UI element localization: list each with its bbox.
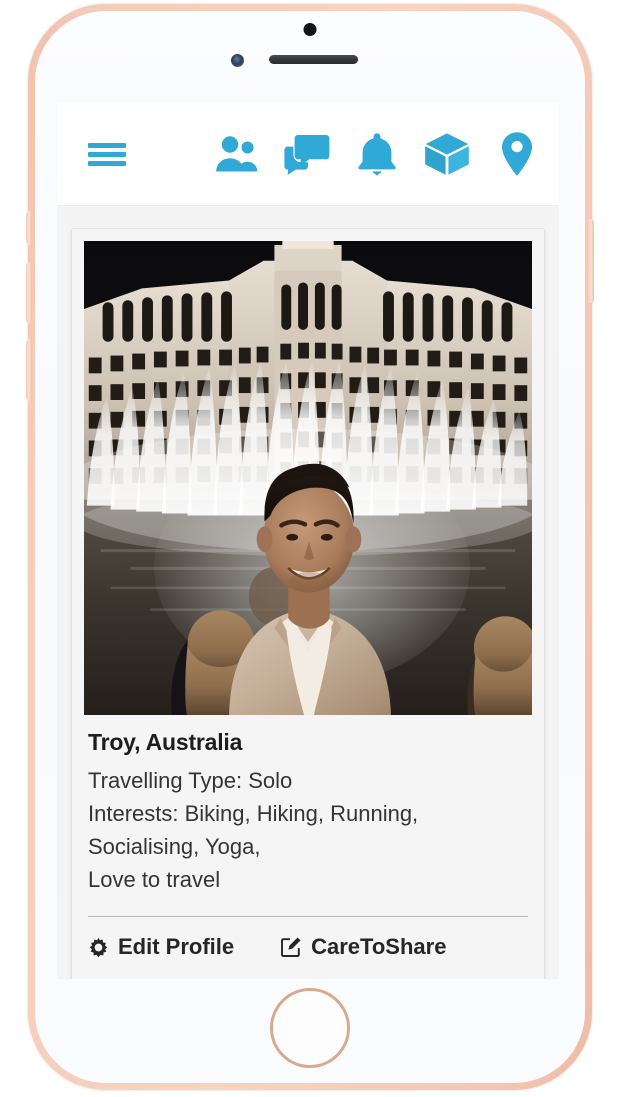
phone-device-frame: Troy, Australia Travelling Type: Solo In… [26,4,594,1090]
phone-screen: Troy, Australia Travelling Type: Solo In… [57,103,559,979]
card-action-bar: Edit Profile CareToShare [72,917,544,979]
profile-name: Troy, Australia [88,729,243,755]
care-to-share-label: CareToShare [311,934,447,959]
location-pin-icon[interactable] [493,130,541,178]
edit-profile-label: Edit Profile [118,934,235,959]
people-icon[interactable] [213,130,261,178]
phone-body: Troy, Australia Travelling Type: Solo In… [35,11,585,1083]
app-navigation-bar [57,103,559,206]
cube-box-icon[interactable] [423,130,471,178]
gear-icon [88,937,109,958]
profile-detail-line: Love to travel [88,867,221,892]
front-camera-lens [231,54,244,67]
silent-switch[interactable] [26,211,32,245]
profile-card: Troy, Australia Travelling Type: Solo In… [71,228,545,979]
chat-bubbles-icon[interactable] [283,130,331,178]
earpiece-speaker [269,55,359,64]
profile-photo-graphic [84,241,532,715]
power-button[interactable] [588,219,594,303]
hamburger-menu-icon[interactable] [81,128,133,180]
care-to-share-button[interactable]: CareToShare [280,934,446,960]
pencil-square-icon [280,936,302,958]
profile-detail-line: Socialising, Yoga, [88,834,261,859]
edit-profile-button[interactable]: Edit Profile [88,934,234,960]
profile-photo[interactable] [84,241,532,715]
volume-down-button[interactable] [26,339,32,401]
menu-bar-1 [88,142,126,148]
home-button[interactable] [270,988,350,1068]
profile-detail-line: Travelling Type: Solo [88,768,293,793]
bell-icon[interactable] [353,130,401,178]
volume-up-button[interactable] [26,262,32,324]
nav-icon-group [213,130,545,178]
profile-info: Troy, Australia Travelling Type: Solo In… [72,715,544,900]
proximity-sensor-dot [303,23,317,36]
menu-bar-3 [88,160,126,166]
menu-bar-2 [88,151,126,157]
profile-detail-line: Interests: Biking, Hiking, Running, [88,801,419,826]
